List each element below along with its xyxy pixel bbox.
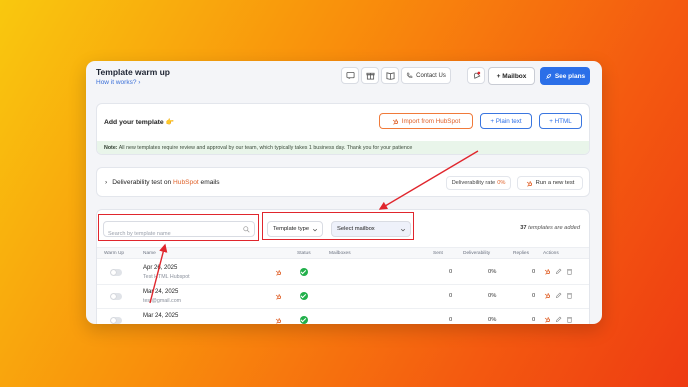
table-header: Warm Up Name Status Mailboxes Sent Deliv… [97,247,589,259]
page-title: Template warm up [96,67,170,77]
review-note: Note: All new templates require review a… [97,141,589,154]
row-date: Apr 26, 2025 [143,265,178,271]
how-it-works-label: How it works? [96,79,137,86]
row-subtitle: Test HTML Hubspot [143,274,190,280]
trash-icon[interactable] [566,316,573,323]
col-sent[interactable]: Sent [433,251,443,256]
trash-icon[interactable] [566,292,573,299]
book-icon [385,72,395,80]
warmup-toggle[interactable] [110,269,122,276]
row-sent: 0 [449,293,453,299]
hubspot-icon [275,294,282,300]
import-hubspot-button[interactable]: Import from HubSpot [379,113,473,129]
run-new-test-label: Run a new test [535,180,575,186]
deliverability-card[interactable]: › Deliverability test on HubSpot emails D… [96,167,590,197]
edit-icon[interactable] [555,292,562,299]
row-date: Mar 24, 2025 [143,289,179,295]
add-mailbox-label: + Mailbox [496,72,527,80]
rate-value: 0% [497,180,506,186]
deliverability-brand: HubSpot [173,179,199,186]
templates-count: 37 templates are added [520,225,580,231]
search-highlight-box [98,214,259,241]
row-replies: 0 [532,293,536,299]
add-template-heading: Add your template 👉 [104,118,174,126]
warmup-toggle[interactable] [110,317,122,324]
count-suffix: templates are added [526,225,580,231]
hubspot-icon[interactable] [544,292,551,299]
trash-icon[interactable] [566,268,573,275]
notifications-button[interactable] [467,67,485,84]
html-label: + HTML [549,117,572,125]
row-date: Mar 24, 2025 [143,313,179,319]
row-sent: 0 [449,269,453,275]
col-mailboxes[interactable]: Mailboxes [329,251,351,256]
deliverability-suffix: emails [198,179,220,186]
deliverability-rate: Deliverability rate 0% [446,176,511,190]
see-plans-button[interactable]: See plans [540,67,590,85]
import-hubspot-label: Import from HubSpot [401,117,461,125]
row-actions [544,292,573,299]
plain-text-label: + Plain text [490,117,522,125]
phone-icon [406,72,413,79]
edit-icon[interactable] [555,316,562,323]
col-actions: Actions [543,251,559,256]
run-new-test-button[interactable]: Run a new test [517,176,583,190]
add-html-button[interactable]: + HTML [539,113,582,129]
contact-us-label: Contact Us [416,72,446,79]
status-check-icon [300,292,308,300]
add-plain-text-button[interactable]: + Plain text [480,113,532,129]
docs-button[interactable] [381,67,399,84]
col-warmup[interactable]: Warm Up [104,251,124,256]
notification-icon [473,71,480,79]
how-it-works-link[interactable]: How it works? › [96,79,140,86]
table-row[interactable]: Apr 26, 2025 Test HTML Hubspot 0 0% 0 [97,261,589,285]
filters-highlight-box [262,212,414,240]
status-check-icon [300,268,308,276]
row-deliverability: 0% [488,317,497,323]
hubspot-icon [275,318,282,324]
rocket-icon [545,73,551,79]
row-actions [544,268,573,275]
see-plans-label: See plans [554,72,586,80]
hand-emoji-icon: 👉 [165,119,175,126]
hubspot-icon[interactable] [544,316,551,323]
row-actions [544,316,573,323]
hubspot-icon[interactable] [544,268,551,275]
edit-icon[interactable] [555,268,562,275]
row-sent: 0 [449,317,453,323]
question-icon [345,71,355,79]
rate-label: Deliverability rate [451,180,496,186]
col-deliverability[interactable]: Deliverability [463,251,490,256]
hubspot-icon [275,270,282,276]
gift-button[interactable] [361,67,379,84]
row-replies: 0 [532,317,536,323]
warmup-toggle[interactable] [110,293,122,300]
deliverability-heading: › Deliverability test on HubSpot emails [105,179,220,186]
col-name[interactable]: Name [143,251,156,256]
table-row[interactable]: Mar 24, 2025 0 0% 0 [97,309,589,324]
deliverability-prefix: Deliverability test on [112,179,174,186]
status-check-icon [300,316,308,324]
hubspot-icon [392,118,398,125]
note-bold: Note: [104,145,118,151]
add-mailbox-button[interactable]: + Mailbox [488,67,535,85]
header: Template warm up How it works? › Contact… [86,61,602,95]
chevron-right-icon: › [105,179,108,186]
row-deliverability: 0% [488,293,497,299]
col-replies[interactable]: Replies [513,251,529,256]
row-deliverability: 0% [488,269,497,275]
hubspot-icon [526,180,532,187]
gift-icon [365,72,375,80]
add-template-label: Add your template [104,119,164,126]
note-text: All new templates require review and app… [117,145,413,151]
row-replies: 0 [532,269,536,275]
contact-us-button[interactable]: Contact Us [401,67,451,84]
row-subtitle: test@gmail.com [143,298,182,304]
help-button[interactable] [341,67,359,84]
table-row[interactable]: Mar 24, 2025 test@gmail.com 0 0% 0 [97,285,589,309]
add-template-card: Add your template 👉 Import from HubSpot … [96,103,590,155]
col-status: Status [297,251,311,256]
app-window: Template warm up How it works? › Contact… [86,61,602,324]
